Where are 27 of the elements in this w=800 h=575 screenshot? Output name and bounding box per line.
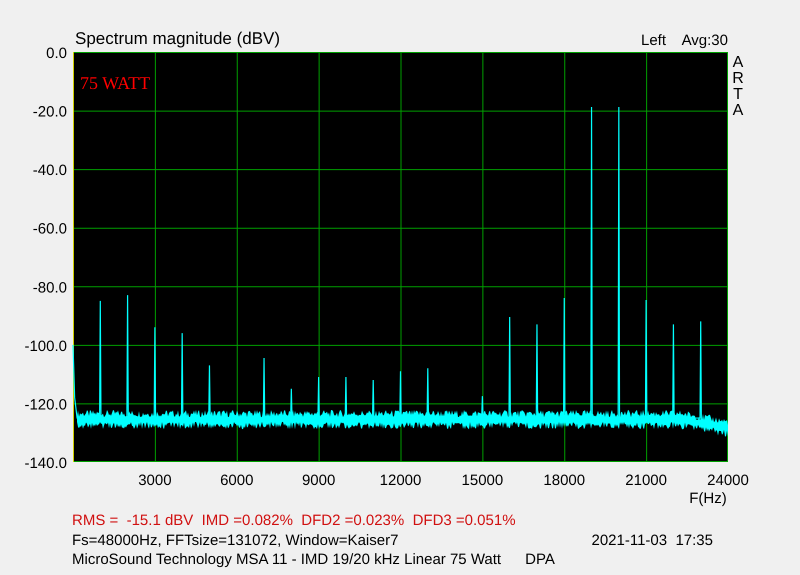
y-tick-label: -20.0 (32, 104, 67, 121)
x-tick-label: 15000 (462, 472, 504, 489)
measurement-description: MicroSound Technology MSA 11 - IMD 19/20 kHz Linear 75 Watt (72, 550, 502, 570)
y-tick-label: -120.0 (24, 396, 67, 414)
x-tick-label: 24000 (707, 472, 749, 489)
x-tick-label: 12000 (380, 472, 422, 489)
y-tick-label: -60.0 (32, 220, 67, 238)
x-tick-label: 9000 (302, 472, 336, 489)
y-tick-label: -140.0 (24, 455, 67, 472)
x-axis-title: F(Hz) (689, 490, 727, 507)
y-tick-label: -80.0 (32, 279, 67, 296)
measurement-summary: RMS = -15.1 dBV IMD =0.082% DFD2 =0.023% DFD3 =0.051% (72, 511, 516, 530)
y-tick-label: -40.0 (32, 162, 67, 180)
channel-label: Left (641, 32, 666, 49)
annotation: 75 WATT (80, 73, 150, 93)
analysis-settings: Fs=48000Hz, FFTsize=131072, Window=Kaiser7 (72, 530, 398, 550)
x-tick-label: 6000 (220, 472, 254, 489)
chart-title: Spectrum magnitude (dBV) (75, 29, 280, 48)
x-tick-label: 3000 (138, 472, 172, 489)
x-tick-label: 21000 (625, 472, 667, 489)
brand-label: ARTA (732, 54, 744, 119)
timestamp: 2021-11-03 17:35 (592, 530, 713, 550)
y-tick-label: -100.0 (24, 338, 67, 355)
tag-label: DPA (525, 550, 555, 570)
average-label: Avg:30 (682, 32, 728, 49)
x-tick-label: 18000 (543, 472, 586, 489)
y-tick-label: 0.0 (46, 45, 67, 62)
